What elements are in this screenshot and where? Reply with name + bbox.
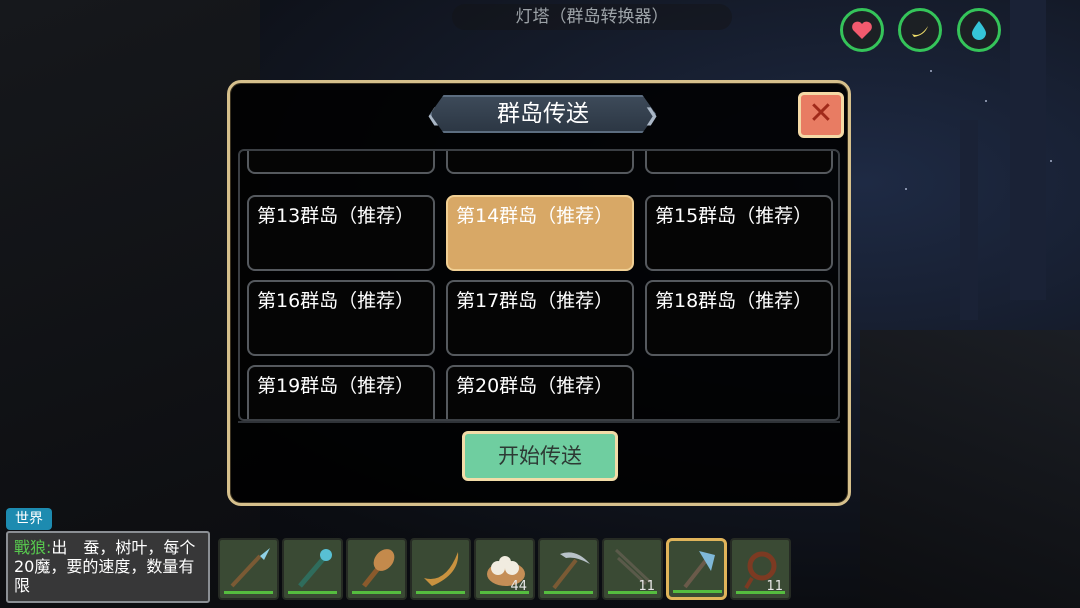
axe-icon bbox=[683, 551, 715, 589]
chat-channel-tab[interactable]: 世界 bbox=[6, 508, 52, 530]
durability-bar bbox=[544, 591, 593, 594]
heart-icon bbox=[852, 21, 872, 39]
club-icon bbox=[362, 549, 395, 588]
hotbar-slot[interactable] bbox=[282, 538, 343, 600]
hotbar-slot[interactable] bbox=[346, 538, 407, 600]
island-option[interactable] bbox=[446, 151, 634, 174]
hotbar-slot[interactable] bbox=[218, 538, 279, 600]
chat-box[interactable]: 戰狼:出 蚕，树叶，每个20魔，要的速度，数量有限 bbox=[6, 531, 210, 603]
island-label: 第18群岛（推荐） bbox=[655, 290, 813, 312]
island-option[interactable] bbox=[247, 151, 435, 174]
banner-ornament-right: ❯ bbox=[644, 105, 660, 126]
staff-icon bbox=[298, 549, 332, 588]
horn-icon bbox=[424, 552, 459, 586]
star bbox=[905, 188, 907, 190]
hotbar-slot-selected[interactable] bbox=[666, 538, 727, 600]
banana-icon bbox=[912, 26, 928, 37]
island-list[interactable]: 第13群岛（推荐） 第14群岛（推荐） 第15群岛（推荐） 第16群岛（推荐） … bbox=[238, 149, 840, 421]
island-label: 第19群岛（推荐） bbox=[257, 375, 415, 397]
hunger-indicator bbox=[898, 8, 942, 52]
durability-bar bbox=[288, 591, 337, 594]
pickaxe-icon bbox=[552, 552, 590, 590]
hotbar-slot[interactable]: 11 bbox=[730, 538, 791, 600]
durability-bar bbox=[352, 591, 401, 594]
durability-bar bbox=[224, 591, 273, 594]
item-count: 11 bbox=[638, 579, 655, 594]
durability-bar bbox=[416, 591, 465, 594]
spear-icon bbox=[230, 548, 270, 588]
hotbar-slot[interactable]: 44 bbox=[474, 538, 535, 600]
island-option[interactable] bbox=[645, 151, 833, 174]
dialog-title: 群岛传送 bbox=[430, 95, 656, 133]
hotbar-slot[interactable]: 11 bbox=[602, 538, 663, 600]
island-teleport-dialog: ❮ 群岛传送 ❯ ✕ 第13群岛（推荐） 第14群岛（推荐） 第15群岛（推荐）… bbox=[227, 80, 851, 506]
item-count: 44 bbox=[510, 579, 527, 594]
island-label: 第14群岛（推荐） bbox=[456, 205, 614, 227]
location-label: 灯塔（群岛转换器） bbox=[452, 4, 732, 30]
island-option-15[interactable]: 第15群岛（推荐） bbox=[645, 195, 833, 271]
island-option-17[interactable]: 第17群岛（推荐） bbox=[446, 280, 634, 356]
hotbar-slot[interactable] bbox=[410, 538, 471, 600]
chat-sender[interactable]: 戰狼 bbox=[14, 538, 46, 557]
close-button[interactable]: ✕ bbox=[798, 92, 844, 138]
island-option-19[interactable]: 第19群岛（推荐） bbox=[247, 365, 435, 419]
background-rock bbox=[860, 330, 1080, 608]
item-count: 11 bbox=[766, 579, 783, 594]
island-label: 第15群岛（推荐） bbox=[655, 205, 813, 227]
island-option-14-selected[interactable]: 第14群岛（推荐） bbox=[446, 195, 634, 271]
island-option-18[interactable]: 第18群岛（推荐） bbox=[645, 280, 833, 356]
island-label: 第16群岛（推荐） bbox=[257, 290, 415, 312]
thirst-indicator bbox=[957, 8, 1001, 52]
island-label: 第17群岛（推荐） bbox=[456, 290, 614, 312]
star bbox=[930, 70, 932, 72]
island-option-20[interactable]: 第20群岛（推荐） bbox=[446, 365, 634, 419]
island-option-16[interactable]: 第16群岛（推荐） bbox=[247, 280, 435, 356]
durability-bar bbox=[673, 590, 722, 593]
island-label: 第20群岛（推荐） bbox=[456, 375, 614, 397]
star bbox=[985, 100, 987, 102]
background-tree bbox=[960, 120, 978, 320]
background-tree bbox=[1010, 0, 1046, 300]
star bbox=[1050, 160, 1052, 162]
start-teleport-button[interactable]: 开始传送 bbox=[462, 431, 618, 481]
island-option-13[interactable]: 第13群岛（推荐） bbox=[247, 195, 435, 271]
island-label: 第13群岛（推荐） bbox=[257, 205, 415, 227]
health-indicator bbox=[840, 8, 884, 52]
water-drop-icon bbox=[972, 21, 986, 40]
hotbar-slot[interactable] bbox=[538, 538, 599, 600]
divider bbox=[238, 421, 840, 423]
